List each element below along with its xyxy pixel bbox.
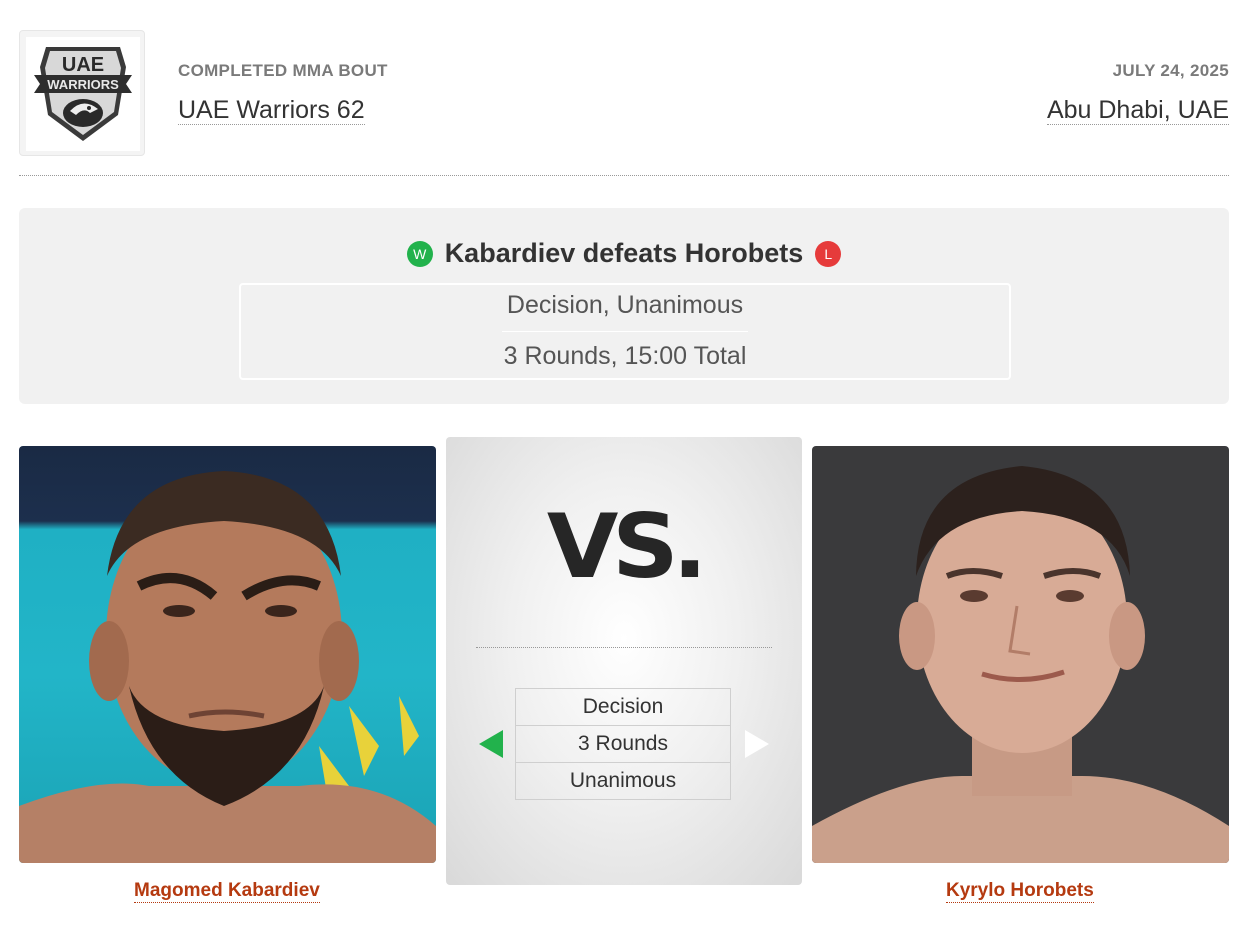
result-duration: 3 Rounds, 15:00 Total bbox=[503, 342, 747, 370]
table-row: 3 Rounds bbox=[515, 725, 731, 763]
loser-arrow-icon bbox=[745, 730, 769, 758]
event-date: JULY 24, 2025 bbox=[1112, 61, 1229, 80]
versus-panel: VS. Decision 3 Rounds Unanimous bbox=[446, 437, 802, 885]
table-row: Unanimous bbox=[515, 762, 731, 800]
bout-summary-table: Decision 3 Rounds Unanimous bbox=[515, 688, 731, 800]
summary-rounds: 3 Rounds bbox=[515, 725, 731, 763]
event-logo[interactable]: UAE WARRIORS bbox=[19, 30, 145, 156]
svg-text:UAE: UAE bbox=[62, 54, 104, 76]
fighter-name-left[interactable]: Magomed Kabardiev bbox=[134, 880, 320, 903]
event-location-link[interactable]: Abu Dhabi, UAE bbox=[1046, 96, 1229, 125]
versus-text: VS. bbox=[546, 495, 708, 598]
method-divider bbox=[502, 331, 748, 332]
event-type-label: COMPLETED MMA BOUT bbox=[178, 61, 388, 80]
svg-text:WARRIORS: WARRIORS bbox=[47, 77, 119, 92]
summary-decision-type: Unanimous bbox=[515, 762, 731, 800]
result-panel: W Kabardiev defeats Horobets L Decision, U… bbox=[19, 208, 1229, 404]
fighter-photo-left[interactable] bbox=[19, 446, 436, 863]
result-method: Decision, Unanimous bbox=[506, 291, 744, 319]
fighter-name-right[interactable]: Kyrylo Horobets bbox=[946, 880, 1094, 903]
header-divider bbox=[19, 175, 1229, 176]
event-name-link[interactable]: UAE Warriors 62 bbox=[178, 96, 365, 125]
summary-method: Decision bbox=[515, 688, 731, 726]
winner-badge: W bbox=[406, 241, 433, 267]
uae-warriors-logo: UAE WARRIORS bbox=[26, 37, 140, 151]
loser-badge: L bbox=[815, 241, 842, 267]
versus-divider bbox=[476, 647, 772, 648]
result-headline-text: Kabardiev defeats Horobets bbox=[444, 238, 804, 268]
method-box: Decision, Unanimous 3 Rounds, 15:00 Tota… bbox=[239, 283, 1011, 380]
table-row: Decision bbox=[515, 688, 731, 726]
fighter-photo-right[interactable] bbox=[812, 446, 1229, 863]
result-headline: W Kabardiev defeats Horobets L bbox=[19, 238, 1229, 269]
winner-arrow-icon bbox=[479, 730, 503, 758]
